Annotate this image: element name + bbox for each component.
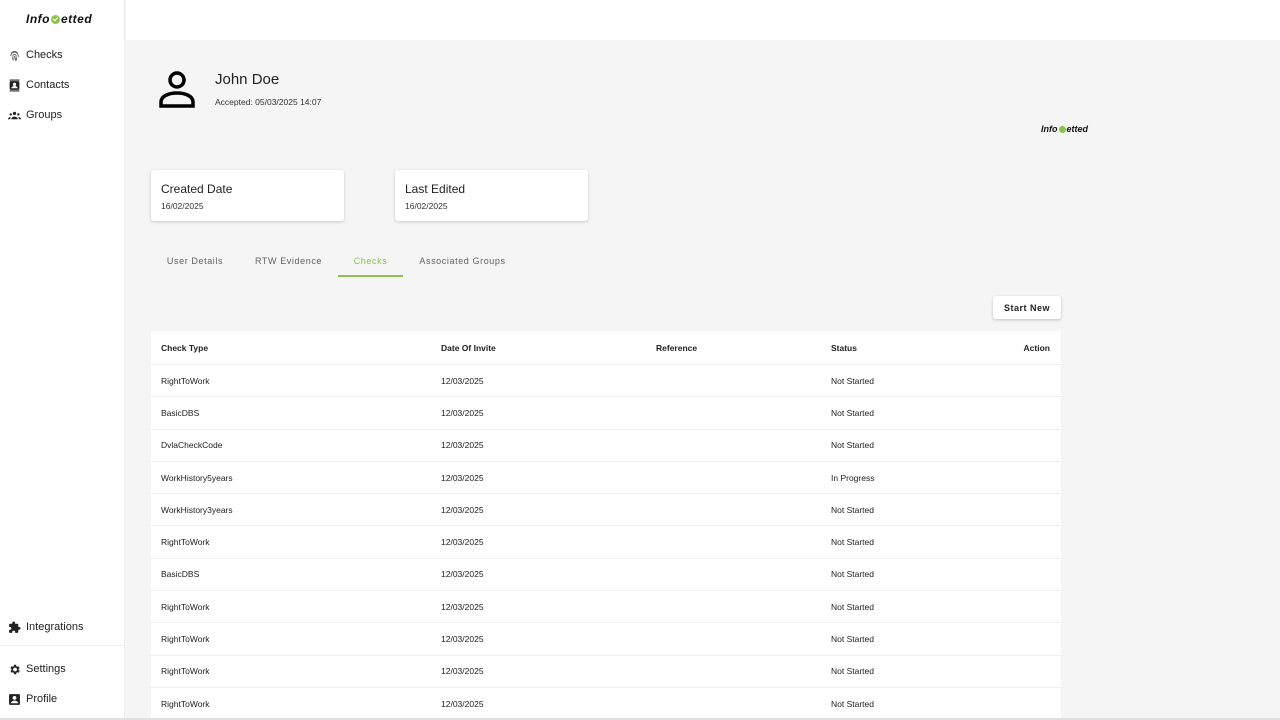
check-type-cell: BasicDBS [161,407,200,418]
date-of-invite-cell: 12/03/2025 [441,569,484,580]
tab-user-details[interactable]: User Details [160,256,230,276]
sidebar-item-label: Checks [26,49,63,61]
sidebar-item-profile[interactable]: Profile [8,688,57,710]
date-of-invite-cell: 12/03/2025 [441,375,484,386]
status-cell: Not Started [831,666,874,677]
status-cell: Not Started [831,504,874,515]
brand-logo[interactable]: Info etted [26,12,92,26]
check-circle-icon [51,14,60,24]
status-cell: Not Started [831,440,874,451]
sidebar-item-label: Profile [26,693,58,705]
tab-checks[interactable]: Checks [338,256,403,276]
status-cell: Not Started [831,537,874,548]
sidebar-item-settings[interactable]: Settings [8,658,66,680]
puzzle-icon [8,621,21,634]
sidebar-item-label: Groups [26,109,63,121]
date-of-invite-cell: 12/03/2025 [441,504,484,515]
check-type-cell: RightToWork [161,537,210,548]
date-of-invite-cell: 12/03/2025 [441,537,484,548]
checks-table: Check Type Date Of Invite Reference Stat… [151,331,1061,720]
card-value: 16/02/2025 [161,201,204,211]
sidebar-divider [0,645,125,646]
table-row[interactable]: RightToWork 12/03/2025 Not Started [151,623,1061,656]
date-of-invite-cell: 12/03/2025 [441,634,484,645]
tab-rtw-evidence[interactable]: RTW Evidence [250,256,327,276]
check-circle-icon [1058,125,1066,133]
card-title: Last Edited [405,182,466,196]
check-type-cell: WorkHistory3years [161,504,233,515]
date-of-invite-cell: 12/03/2025 [441,472,484,483]
sidebar: Info etted Checks Contacts Groups Integra… [0,0,125,720]
check-type-cell: BasicDBS [161,569,200,580]
brand-logo-prefix: Info [1041,124,1058,134]
last-edited-card: Last Edited 16/02/2025 [395,170,588,221]
check-type-cell: DvlaCheckCode [161,440,223,451]
column-header-check-type[interactable]: Check Type [161,331,208,364]
column-header-action: Action [1023,342,1050,353]
brand-logo-suffix: etted [61,12,93,26]
status-cell: Not Started [831,601,874,612]
contacts-icon [8,79,21,92]
brand-logo-small: Info etted [1041,124,1088,134]
brand-logo-suffix: etted [1066,124,1089,134]
date-of-invite-cell: 12/03/2025 [441,698,484,709]
check-type-cell: WorkHistory5years [161,472,233,483]
sidebar-item-integrations[interactable]: Integrations [8,616,83,638]
column-header-date-of-invite[interactable]: Date Of Invite [441,331,496,364]
status-cell: Not Started [831,569,874,580]
start-new-button[interactable]: Start New [993,296,1061,319]
user-name: John Doe [215,71,280,88]
sidebar-item-label: Integrations [26,621,84,633]
accepted-timestamp: Accepted: 05/03/2025 14:07 [215,97,322,107]
account-box-icon [8,693,21,706]
table-row[interactable]: BasicDBS 12/03/2025 Not Started [151,397,1061,430]
table-row[interactable]: WorkHistory5years 12/03/2025 In Progress [151,462,1061,495]
check-type-cell: RightToWork [161,666,210,677]
person-icon [158,70,196,108]
status-cell: In Progress [831,472,875,483]
check-type-cell: RightToWork [161,698,210,709]
table-row[interactable]: DvlaCheckCode 12/03/2025 Not Started [151,430,1061,462]
column-header-status[interactable]: Status [831,331,857,364]
table-row[interactable]: BasicDBS 12/03/2025 Not Started [151,559,1061,592]
active-tab-indicator [338,275,403,277]
top-bar [126,0,1280,40]
status-cell: Not Started [831,407,874,418]
date-of-invite-cell: 12/03/2025 [441,666,484,677]
check-type-cell: RightToWork [161,634,210,645]
table-row[interactable]: RightToWork 12/03/2025 Not Started [151,527,1061,559]
brand-logo-prefix: Info [26,12,50,26]
card-title: Created Date [161,182,233,196]
check-type-cell: RightToWork [161,601,210,612]
sidebar-item-contacts[interactable]: Contacts [8,74,69,96]
date-of-invite-cell: 12/03/2025 [441,601,484,612]
fingerprint-icon [8,49,21,62]
status-cell: Not Started [831,634,874,645]
sidebar-item-label: Settings [26,663,66,675]
status-cell: Not Started [831,698,874,709]
card-value: 16/02/2025 [405,201,448,211]
created-date-card: Created Date 16/02/2025 [151,170,344,221]
status-cell: Not Started [831,375,874,386]
sidebar-item-groups[interactable]: Groups [8,104,62,126]
date-of-invite-cell: 12/03/2025 [441,440,484,451]
check-type-cell: RightToWork [161,375,210,386]
groups-icon [8,109,21,122]
sidebar-item-label: Contacts [26,79,70,91]
table-row[interactable]: RightToWork 12/03/2025 Not Started [151,591,1061,624]
sidebar-item-checks[interactable]: Checks [8,44,63,66]
table-row[interactable]: RightToWork 12/03/2025 Not Started [151,656,1061,688]
tab-associated-groups[interactable]: Associated Groups [412,256,513,276]
column-header-reference[interactable]: Reference [656,331,697,364]
table-header-row: Check Type Date Of Invite Reference Stat… [151,331,1061,365]
table-row[interactable]: RightToWork 12/03/2025 Not Started [151,688,1061,720]
table-row[interactable]: WorkHistory3years 12/03/2025 Not Started [151,494,1061,527]
table-row[interactable]: RightToWork 12/03/2025 Not Started [151,365,1061,398]
date-of-invite-cell: 12/03/2025 [441,407,484,418]
gear-icon [8,663,21,676]
